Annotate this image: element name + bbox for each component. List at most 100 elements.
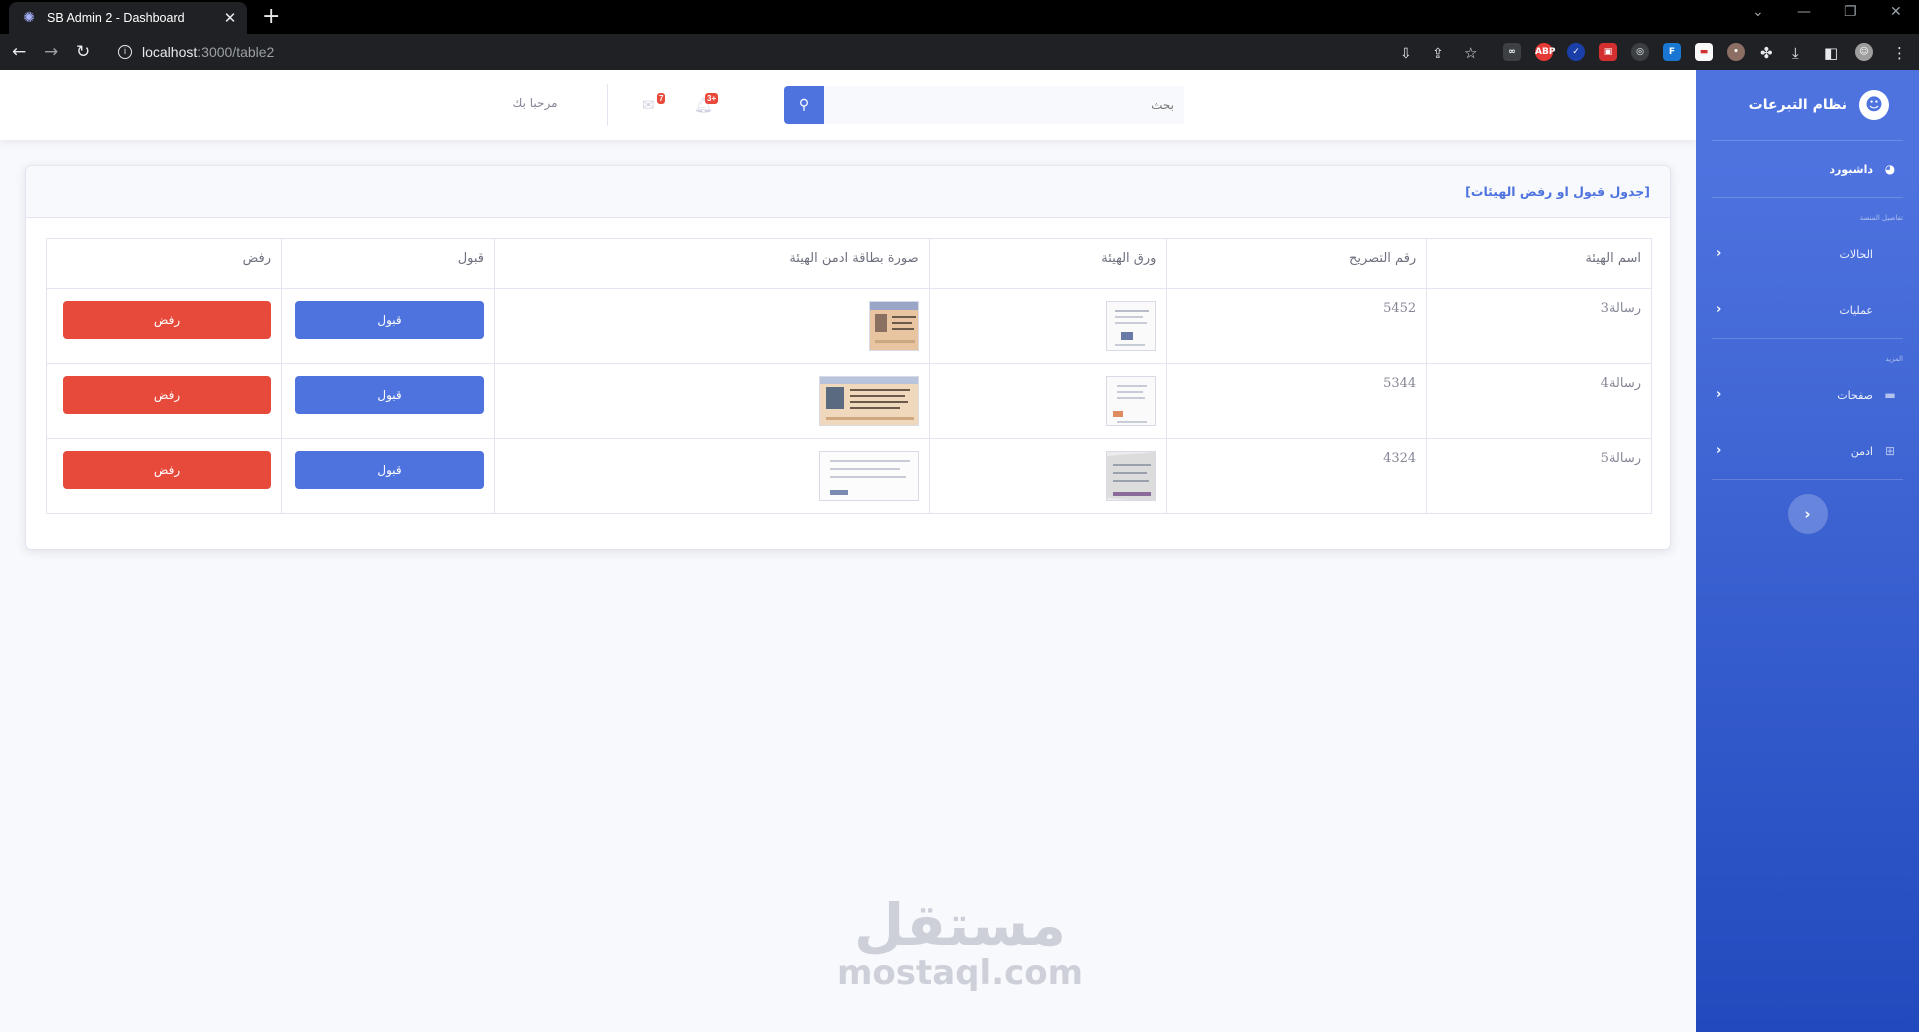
- laugh-wink-icon: ☻: [1859, 90, 1889, 120]
- chevron-left-icon: ‹: [1804, 505, 1811, 523]
- welcome-text[interactable]: مرحبا بك: [500, 96, 570, 110]
- sidebar-toggle-button[interactable]: ‹: [1787, 494, 1828, 534]
- sidebar-brand[interactable]: ☻ نظام التبرعات: [1696, 70, 1919, 140]
- sidebar-item-cases[interactable]: الحالات ‹: [1696, 226, 1919, 282]
- permit-number: 5344: [1166, 363, 1428, 439]
- table-icon: ⊞: [1884, 444, 1896, 458]
- extension-f-icon[interactable]: F: [1663, 43, 1681, 61]
- extension-check-icon[interactable]: ✓: [1567, 43, 1585, 61]
- site-info-icon[interactable]: i: [118, 45, 132, 59]
- accept-cell: قبول: [281, 363, 496, 439]
- extension-circle-icon[interactable]: ◎: [1631, 43, 1649, 61]
- brand-text: نظام التبرعات: [1748, 97, 1847, 113]
- reload-icon[interactable]: ↻: [76, 42, 90, 62]
- card-title: [جدول قبول او رفض الهيئات]: [26, 166, 1670, 218]
- url-host: localhost: [142, 44, 198, 60]
- approvals-table: اسم الهيئة رقم التصريح ورق الهيئة صورة ب…: [45, 238, 1652, 514]
- sidebar-item-label: الحالات: [1839, 247, 1874, 261]
- entity-paper-cell: [928, 438, 1168, 514]
- admin-id-card-cell: [494, 288, 930, 364]
- messages-envelope-icon[interactable]: ✉: [642, 96, 655, 114]
- accept-cell: قبول: [281, 438, 496, 514]
- new-tab-button[interactable]: +: [262, 4, 280, 30]
- url-path: :3000/table2: [197, 44, 275, 60]
- sidebar-divider: [1712, 479, 1903, 480]
- install-app-icon[interactable]: ⇩: [1400, 44, 1412, 64]
- sidebar-item-admin[interactable]: ⊞ ادمن ‹: [1696, 423, 1919, 479]
- profile-avatar[interactable]: ☺: [1855, 43, 1873, 61]
- reject-cell: رفض: [45, 288, 283, 364]
- side-panel-icon[interactable]: ◧: [1824, 43, 1838, 63]
- cookie-icon[interactable]: •: [1727, 43, 1745, 61]
- entity-name: رسالة4: [1426, 363, 1652, 439]
- admin-id-card-cell: [494, 363, 930, 439]
- browser-menu-icon[interactable]: ⋮: [1892, 43, 1907, 63]
- column-header: قبول: [281, 238, 496, 289]
- alerts-badge: 3+: [705, 93, 719, 104]
- column-header: رفض: [45, 238, 283, 289]
- admin-id-card-cell: [494, 438, 930, 514]
- extension-glasses-icon[interactable]: ∞: [1503, 43, 1521, 61]
- sidebar-item-operations[interactable]: عمليات ‹: [1696, 282, 1919, 338]
- permit-number: 4324: [1166, 438, 1428, 514]
- admin-id-card-thumbnail[interactable]: [818, 451, 919, 501]
- tab-title: SB Admin 2 - Dashboard: [47, 11, 185, 25]
- folder-icon: ▬: [1884, 388, 1896, 402]
- mostaql-watermark: مستقل mostaql.com: [835, 895, 1085, 991]
- downloads-icon[interactable]: ⤓: [1792, 43, 1799, 63]
- browser-tab[interactable]: ✺ SB Admin 2 - Dashboard ✕: [9, 2, 247, 34]
- admin-id-card-thumbnail[interactable]: [868, 301, 919, 351]
- restore-icon[interactable]: ❐: [1844, 4, 1857, 20]
- accept-cell: قبول: [281, 288, 496, 364]
- bookmark-star-icon[interactable]: ☆: [1464, 43, 1477, 63]
- adblock-icon[interactable]: ABP: [1535, 43, 1555, 61]
- sidebar-item-label: داشبورد: [1829, 162, 1873, 176]
- sidebar-item-label: ادمن: [1850, 444, 1873, 458]
- chevron-left-icon: ‹: [1716, 387, 1722, 402]
- reject-button[interactable]: رفض: [63, 376, 272, 414]
- reject-button[interactable]: رفض: [63, 301, 272, 339]
- entity-paper-thumbnail[interactable]: [1106, 451, 1157, 501]
- close-tab-icon[interactable]: ✕: [219, 9, 241, 27]
- column-header: رقم التصريح: [1166, 238, 1428, 289]
- watermark-arabic: مستقل: [853, 891, 1067, 959]
- entity-paper-cell: [928, 363, 1168, 439]
- approvals-card: [جدول قبول او رفض الهيئات] اسم الهيئة رق…: [25, 165, 1671, 550]
- entity-paper-cell: [928, 288, 1168, 364]
- chevron-left-icon: ‹: [1716, 302, 1722, 317]
- share-icon[interactable]: ⇪: [1432, 44, 1444, 64]
- reject-button[interactable]: رفض: [63, 451, 272, 489]
- search-input[interactable]: [824, 86, 1184, 124]
- extension-square-icon[interactable]: ▬: [1695, 43, 1713, 61]
- search-button[interactable]: ⚲: [784, 86, 824, 124]
- watermark-english: mostaql.com: [836, 953, 1084, 993]
- column-header: صورة بطاقة ادمن الهيئة: [494, 238, 930, 289]
- tachometer-icon: ◕: [1884, 162, 1896, 176]
- accept-button[interactable]: قبول: [295, 376, 485, 414]
- browser-toolbar: ← → ↻ i localhost:3000/table2 ⇩ ⇪ ☆ ∞ AB…: [0, 34, 1919, 70]
- extensions-puzzle-icon[interactable]: ✤: [1760, 43, 1773, 63]
- entity-paper-thumbnail[interactable]: [1106, 376, 1157, 426]
- table-row: رسالة5 4324 قبول رفض: [45, 438, 1652, 514]
- sidebar: ☻ نظام التبرعات ◕ داشبورد تفاصيل المنصة …: [1696, 70, 1919, 1032]
- forward-icon[interactable]: →: [44, 42, 58, 62]
- browser-tabbar: ✺ SB Admin 2 - Dashboard ✕ + ⌄ — ❐ ✕: [0, 0, 1919, 34]
- extension-red-icon[interactable]: ▣: [1599, 43, 1617, 61]
- sidebar-heading: تفاصيل المنصة: [1859, 214, 1903, 222]
- sidebar-item-dashboard[interactable]: ◕ داشبورد: [1696, 141, 1919, 197]
- tab-search-icon[interactable]: ⌄: [1752, 4, 1764, 20]
- address-bar[interactable]: i localhost:3000/table2: [118, 40, 274, 64]
- window-close-icon[interactable]: ✕: [1890, 4, 1902, 20]
- search-form: ⚲: [784, 86, 1184, 124]
- react-favicon-icon: ✺: [23, 10, 35, 26]
- back-icon[interactable]: ←: [12, 42, 26, 62]
- accept-button[interactable]: قبول: [295, 301, 485, 339]
- sidebar-heading: المزيد: [1885, 355, 1903, 363]
- sidebar-item-label: عمليات: [1839, 303, 1873, 317]
- accept-button[interactable]: قبول: [295, 451, 485, 489]
- minimize-icon[interactable]: —: [1797, 4, 1811, 20]
- entity-paper-thumbnail[interactable]: [1106, 301, 1157, 351]
- sidebar-item-pages[interactable]: ▬ صفحات ‹: [1696, 367, 1919, 423]
- sidebar-item-label: صفحات: [1837, 388, 1873, 402]
- admin-id-card-thumbnail[interactable]: [818, 376, 919, 426]
